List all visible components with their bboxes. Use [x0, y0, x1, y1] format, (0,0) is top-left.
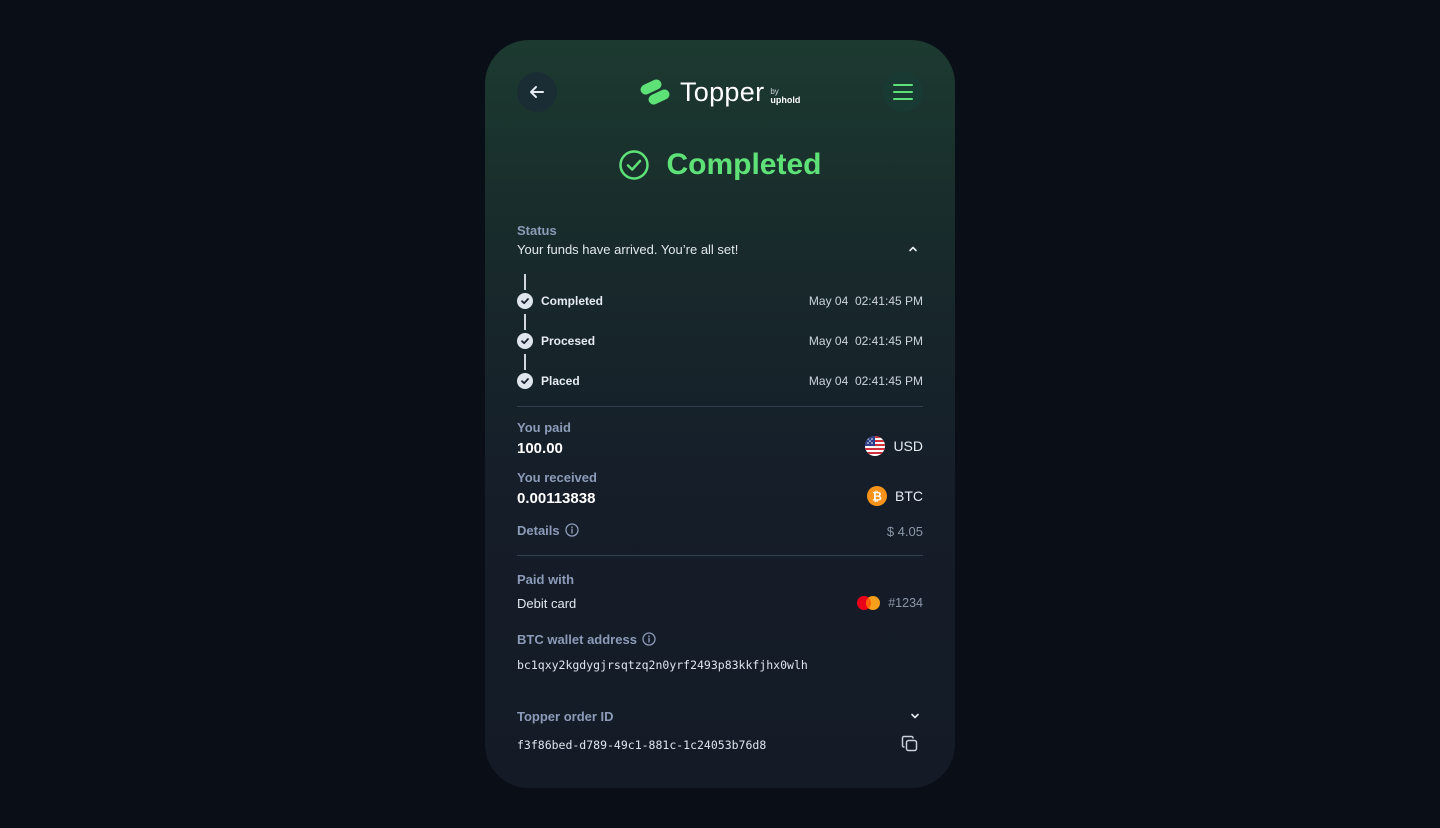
- step-timestamp: May 04 02:41:45 PM: [809, 334, 923, 348]
- order-id-expand-toggle[interactable]: [909, 709, 921, 727]
- timeline-connector: [524, 314, 526, 330]
- partner-mark: by uphold: [770, 87, 800, 105]
- mastercard-icon: [857, 596, 881, 610]
- copy-icon: [901, 735, 918, 752]
- back-button[interactable]: [517, 72, 557, 112]
- chevron-up-icon: [909, 246, 917, 252]
- step-date: May 04: [808, 294, 849, 308]
- topper-logo-icon: [640, 79, 670, 105]
- received-currency-code: BTC: [895, 488, 923, 504]
- check-icon: [521, 378, 529, 385]
- info-icon[interactable]: [642, 632, 656, 646]
- step-label-placed: Placed: [541, 374, 580, 388]
- menu-button[interactable]: [883, 72, 923, 112]
- step-time: 02:41:45 PM: [854, 374, 923, 388]
- step-date: May 04: [808, 374, 849, 388]
- fee-amount: $ 4.05: [886, 524, 923, 539]
- step-time: 02:41:45 PM: [854, 294, 923, 308]
- order-status-card: Topper by uphold Completed Status Your f…: [485, 40, 955, 788]
- timeline-connector: [524, 274, 526, 290]
- step-check-icon: [517, 293, 533, 309]
- chevron-down-icon: [911, 713, 919, 719]
- status-hero: Completed: [485, 148, 955, 182]
- you-received-label: You received: [517, 470, 597, 485]
- paid-currency-code: USD: [893, 438, 923, 454]
- order-id-label: Topper order ID: [517, 709, 614, 724]
- info-icon: [564, 523, 579, 537]
- check-icon: [521, 298, 529, 305]
- paid-with-label: Paid with: [517, 572, 575, 587]
- wallet-address: bc1qxy2kgdygjrsqtzq2n0yrf2493p83kkfjhx0w…: [517, 658, 808, 672]
- partner-name: uphold: [770, 95, 801, 105]
- card-last4: #1234: [888, 596, 923, 610]
- menu-icon: [893, 84, 913, 100]
- card-info: #1234: [856, 595, 923, 611]
- step-label-processed: Procesed: [541, 334, 596, 348]
- received-currency: ₿ BTC: [867, 486, 923, 506]
- topper-logo: Topper by uphold: [638, 76, 800, 108]
- step-check-icon: [517, 373, 533, 389]
- status-collapse-toggle[interactable]: [907, 242, 919, 260]
- payment-method: Debit card: [517, 596, 577, 611]
- bitcoin-icon: ₿: [867, 486, 887, 506]
- arrow-left-icon: [530, 86, 544, 98]
- order-id-value: f3f86bed-d789-49c1-881c-1c24053b76d8: [517, 738, 767, 752]
- divider: [517, 555, 923, 556]
- status-label: Status: [517, 223, 557, 238]
- step-time: 02:41:45 PM: [854, 334, 923, 348]
- brand-name: Topper: [680, 76, 765, 107]
- paid-currency: USD: [865, 436, 923, 456]
- details-toggle[interactable]: Details: [517, 523, 579, 538]
- wallet-address-label: BTC wallet address: [517, 632, 637, 647]
- copy-order-id-button[interactable]: [900, 734, 920, 759]
- us-flag-icon: [865, 436, 886, 456]
- status-message: Your funds have arrived. You’re all set!: [517, 242, 739, 257]
- divider: [517, 406, 923, 407]
- details-label: Details: [517, 523, 560, 538]
- you-received-amount: 0.00113838: [517, 490, 596, 507]
- timeline-connector: [524, 354, 526, 370]
- check-circle-icon: [619, 150, 650, 180]
- check-icon: [521, 338, 529, 345]
- svg-text:₿: ₿: [872, 490, 882, 504]
- you-paid-amount: 100.00: [517, 440, 563, 457]
- step-check-icon: [517, 333, 533, 349]
- step-timestamp: May 04 02:41:45 PM: [809, 374, 923, 388]
- wallet-address-header: BTC wallet address: [517, 632, 656, 647]
- page-title: Completed: [666, 148, 822, 181]
- step-label-completed: Completed: [541, 294, 604, 308]
- step-timestamp: May 04 02:41:45 PM: [809, 294, 923, 308]
- step-date: May 04: [808, 334, 849, 348]
- you-paid-label: You paid: [517, 420, 571, 435]
